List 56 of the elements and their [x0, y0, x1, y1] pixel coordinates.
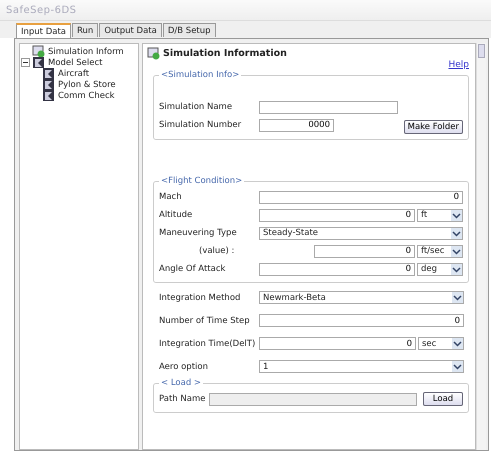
model-icon: [32, 56, 45, 69]
field-label: Integration Time(DelT): [159, 338, 256, 348]
group-title: <Simulation Info>: [160, 70, 240, 80]
field-label: Path Name: [159, 394, 206, 404]
group-title: < Load >: [160, 378, 202, 388]
group-title: <Flight Condition>: [160, 176, 244, 186]
field-label: Number of Time Step: [159, 316, 251, 326]
dropdown-arrow-icon[interactable]: [451, 210, 462, 220]
input-field[interactable]: [259, 100, 398, 114]
document-icon: [32, 45, 45, 58]
tree-item[interactable]: Model Select: [48, 58, 102, 68]
document-icon: [147, 46, 160, 60]
dropdown-arrow-icon[interactable]: [451, 228, 462, 238]
field-label: Maneuvering Type: [159, 228, 238, 238]
tree-item[interactable]: Pylon & Store: [58, 80, 116, 90]
window-title: SafeSep-6DS: [6, 4, 77, 16]
unit-dropdown[interactable]: sec: [418, 337, 464, 350]
unit-dropdown[interactable]: ft: [417, 208, 463, 222]
dropdown-arrow-icon[interactable]: [452, 361, 463, 372]
scrollbar[interactable]: [476, 43, 486, 450]
input-field[interactable]: 0: [259, 314, 464, 327]
field-label: Aero option: [159, 362, 209, 372]
dropdown-arrow-icon[interactable]: [452, 338, 463, 349]
dropdown-arrow-icon[interactable]: [451, 264, 462, 274]
input-field[interactable]: 0: [259, 262, 415, 276]
field-label: Mach: [159, 192, 183, 202]
field-label: Integration Method: [159, 292, 242, 302]
field-label: Simulation Number: [159, 120, 242, 130]
help-link[interactable]: Help: [448, 60, 469, 70]
input-field[interactable]: 0000: [259, 118, 334, 132]
tab[interactable]: Input Data: [16, 23, 72, 38]
dropdown-arrow-icon[interactable]: [451, 246, 462, 256]
input-field[interactable]: 0: [259, 190, 463, 204]
tree-item[interactable]: Comm Check: [58, 90, 115, 100]
input-field[interactable]: 0: [259, 208, 415, 222]
field-label: (value) :: [198, 246, 236, 256]
field-label: Altitude: [159, 210, 194, 220]
dropdown[interactable]: Newmark-Beta: [259, 291, 464, 304]
make-folder-button[interactable]: Make Folder: [404, 120, 463, 134]
dropdown[interactable]: 1: [259, 360, 464, 373]
input-field[interactable]: 0: [314, 244, 415, 258]
panel-title: Simulation Information: [163, 48, 287, 58]
tree-item[interactable]: Simulation Inform: [48, 46, 124, 56]
load-button[interactable]: Load: [423, 392, 463, 406]
tree-item[interactable]: Aircraft: [58, 68, 90, 78]
dropdown[interactable]: Steady-State: [259, 226, 463, 240]
unit-dropdown[interactable]: ft/sec: [417, 244, 463, 258]
tab[interactable]: Output Data: [99, 23, 162, 37]
tab[interactable]: D/B Setup: [162, 23, 216, 37]
dropdown-arrow-icon[interactable]: [452, 292, 463, 303]
collapse-icon[interactable]: [21, 58, 30, 67]
tab[interactable]: Run: [72, 23, 98, 37]
field-label: Simulation Name: [159, 102, 234, 112]
input-field[interactable]: 0: [259, 337, 416, 350]
field-label: Angle Of Attack: [159, 264, 226, 274]
unit-dropdown[interactable]: deg: [417, 262, 463, 276]
